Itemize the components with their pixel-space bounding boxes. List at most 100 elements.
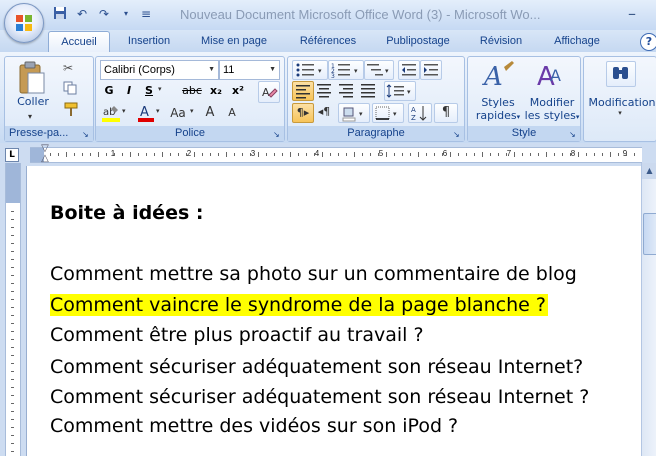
quick-styles-label-2[interactable]: rapides▾ (472, 109, 524, 122)
tab-affichage[interactable]: Affichage (542, 31, 612, 52)
svg-text:A: A (262, 86, 270, 99)
underline-dropdown-icon[interactable]: ▾ (158, 85, 162, 93)
tab-insertion[interactable]: Insertion (116, 31, 182, 52)
change-styles-label-2[interactable]: les styles▾ (524, 109, 580, 122)
font-name-select[interactable]: Calibri (Corps) ▼ (100, 60, 219, 80)
vertical-ruler-tick (11, 331, 14, 332)
underline-button[interactable]: S (140, 81, 158, 101)
decrease-indent-icon[interactable] (398, 60, 420, 80)
justify-icon[interactable] (358, 81, 378, 99)
increase-indent-icon[interactable] (420, 60, 442, 80)
save-icon[interactable] (52, 6, 68, 22)
document-heading[interactable]: Boite à idées : (50, 202, 203, 224)
horizontal-ruler[interactable]: 1 2 3 4 5 6 7 8 9 (30, 147, 642, 163)
shading-icon[interactable]: ▾ (338, 103, 370, 123)
ruler-tick (346, 153, 347, 156)
rtl-icon[interactable]: ◂¶ (314, 103, 334, 121)
document-line-highlighted[interactable]: Comment vaincre le syndrome de la page b… (50, 291, 548, 319)
tab-revision[interactable]: Révision (470, 31, 532, 52)
style-launcher-icon[interactable]: ↘ (569, 130, 578, 139)
quick-styles-label-1[interactable]: Styles (472, 96, 524, 109)
sort-icon[interactable]: AZ (408, 103, 432, 123)
cut-icon[interactable]: ✂ (63, 61, 79, 77)
highlight-dropdown-icon[interactable]: ▾ (122, 107, 126, 115)
ltr-icon[interactable]: ¶▸ (292, 103, 314, 123)
font-size-dropdown-icon[interactable]: ▼ (269, 61, 276, 79)
superscript-button[interactable]: x² (228, 81, 248, 101)
ruler-tick (114, 153, 115, 156)
tab-selector[interactable]: L (5, 148, 19, 162)
document-line[interactable]: Comment mettre des vidéos sur son iPod ? (50, 412, 458, 440)
minimize-button[interactable]: – (614, 4, 650, 24)
line-spacing-icon[interactable]: ▾ (384, 81, 416, 101)
undo-icon[interactable]: ↶ (74, 6, 90, 22)
change-styles-icon[interactable]: AA (532, 59, 572, 95)
customize-icon[interactable]: ≡ (138, 6, 154, 22)
shrink-font-button[interactable]: A (222, 103, 242, 123)
copy-icon[interactable] (63, 81, 79, 97)
vertical-ruler-tick (11, 435, 14, 436)
indent-marker-icon[interactable]: ▽ △ (40, 144, 50, 164)
format-painter-icon[interactable] (63, 101, 79, 117)
strikethrough-button[interactable]: abc (180, 81, 204, 101)
font-color-icon[interactable]: A (136, 103, 156, 123)
vertical-ruler[interactable] (5, 163, 21, 456)
document-line[interactable]: Comment sécuriser adéquatement son résea… (50, 353, 583, 381)
document-line[interactable]: Comment être plus proactif au travail ? (50, 321, 424, 349)
highlight-color-icon[interactable]: ab (100, 103, 122, 123)
clipboard-launcher-icon[interactable]: ↘ (82, 130, 91, 139)
ruler-tick (74, 153, 75, 156)
scroll-thumb[interactable] (643, 213, 656, 255)
change-case-button[interactable]: Aa (166, 103, 190, 123)
office-button[interactable] (4, 3, 44, 43)
help-icon[interactable]: ? (640, 33, 656, 51)
subscript-button[interactable]: x₂ (206, 81, 226, 101)
paragraph-launcher-icon[interactable]: ↘ (453, 130, 462, 139)
align-right-icon[interactable] (336, 81, 356, 99)
font-name-dropdown-icon[interactable]: ▼ (208, 61, 215, 79)
ruler-tick (522, 153, 523, 156)
find-icon[interactable] (606, 61, 636, 87)
ruler-tick (418, 152, 419, 157)
change-styles-label-1[interactable]: Modifier (524, 96, 580, 109)
ruler-tick (618, 153, 619, 156)
quick-styles-icon[interactable]: A (478, 59, 518, 95)
highlighted-text[interactable]: Comment vaincre le syndrome de la page b… (50, 294, 548, 316)
vertical-scrollbar[interactable]: ▲ (641, 163, 656, 456)
bullets-icon[interactable]: ▾ (292, 60, 328, 80)
bold-button[interactable]: G (100, 81, 118, 101)
paste-label[interactable]: Coller (13, 95, 53, 108)
editing-label[interactable]: Modification (586, 96, 656, 109)
show-formatting-icon[interactable]: ¶ (434, 103, 458, 123)
document-line[interactable]: Comment sécuriser adéquatement son résea… (50, 383, 589, 411)
tab-mise-en-page[interactable]: Mise en page (192, 31, 276, 52)
ruler-tick (234, 153, 235, 156)
borders-icon[interactable]: ▾ (372, 103, 404, 123)
font-launcher-icon[interactable]: ↘ (273, 130, 282, 139)
tab-publipostage[interactable]: Publipostage (378, 31, 458, 52)
ruler-tick (546, 152, 547, 157)
tab-references[interactable]: Références (290, 31, 366, 52)
font-color-dropdown-icon[interactable]: ▾ (156, 107, 160, 115)
svg-text:▾: ▾ (318, 67, 322, 75)
paste-dropdown-icon[interactable]: ▾ (15, 112, 45, 121)
clear-formatting-icon[interactable]: A (258, 81, 280, 103)
vertical-ruler-tick (11, 235, 14, 236)
font-name-value: Calibri (Corps) (104, 64, 175, 76)
redo-icon[interactable]: ↷ (96, 6, 112, 22)
ruler-tick (306, 153, 307, 156)
grow-font-button[interactable]: A (200, 103, 220, 123)
change-case-dropdown-icon[interactable]: ▾ (190, 107, 194, 115)
multilevel-list-icon[interactable]: ▾ (364, 60, 394, 80)
align-center-icon[interactable] (314, 81, 334, 99)
document-line[interactable]: Comment mettre sa photo sur un commentai… (50, 260, 577, 288)
align-left-icon[interactable] (292, 81, 314, 101)
italic-button[interactable]: I (120, 81, 138, 101)
quick-access-dropdown-icon[interactable]: ▾ (118, 6, 134, 22)
numbering-icon[interactable]: 1 2 3 ▾ (328, 60, 364, 80)
scroll-up-icon[interactable]: ▲ (642, 163, 656, 179)
editing-dropdown-icon[interactable]: ▾ (586, 109, 654, 117)
font-size-select[interactable]: 11 ▼ (219, 60, 280, 80)
tab-accueil[interactable]: Accueil (48, 31, 110, 53)
vertical-ruler-tick (11, 387, 14, 388)
